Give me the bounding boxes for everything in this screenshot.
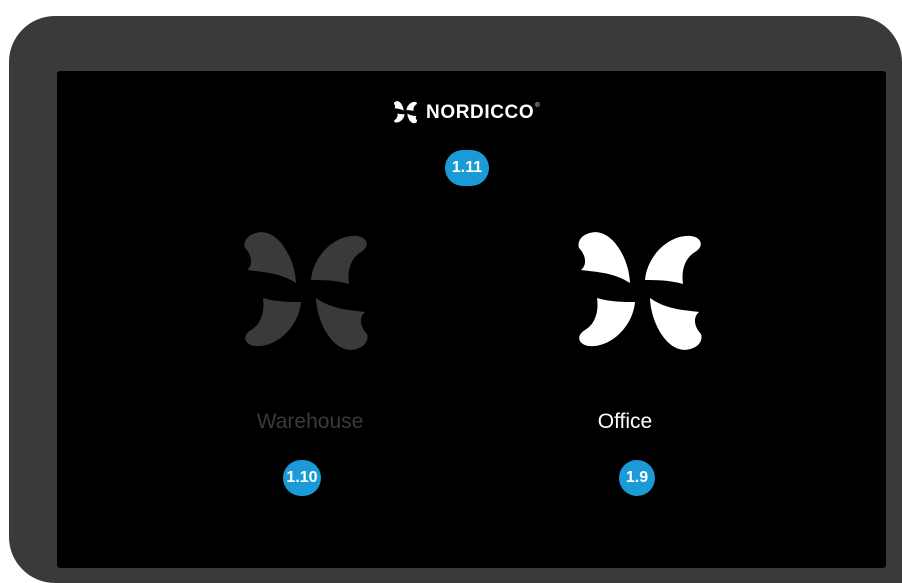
device-bezel: NORDICCO ® 1.11 Warehouse Office 1.10 1.… [9, 16, 902, 583]
warehouse-label: Warehouse [256, 410, 364, 433]
annotation-badge-brand: 1.11 [445, 150, 489, 186]
warehouse-pinwheel-icon [244, 232, 368, 350]
annotation-badge-warehouse: 1.10 [283, 460, 321, 496]
brand-name: NORDICCO [426, 101, 535, 123]
location-office-button[interactable]: Office [545, 221, 725, 451]
office-pinwheel-icon [578, 232, 702, 350]
registered-mark: ® [535, 103, 540, 109]
display-screen: NORDICCO ® 1.11 Warehouse Office 1.10 1.… [57, 71, 886, 568]
location-warehouse-button[interactable]: Warehouse [211, 221, 391, 451]
nordicco-logo-icon [393, 101, 418, 124]
annotation-badge-office: 1.9 [619, 460, 655, 496]
office-label: Office [597, 410, 653, 433]
brand-header: NORDICCO ® [392, 99, 540, 125]
